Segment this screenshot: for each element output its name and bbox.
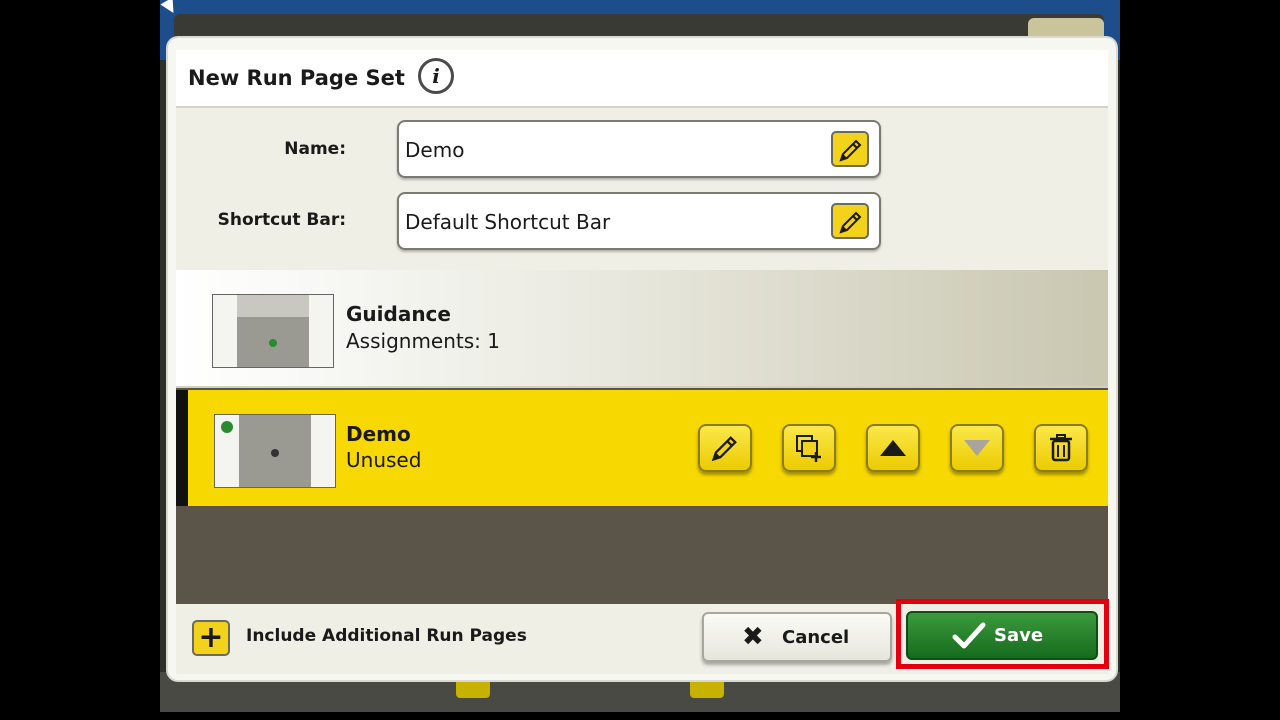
form-area: Name: Demo Shortcut Bar: Default Shortcu… <box>176 108 1108 270</box>
name-label: Name: <box>284 139 346 159</box>
shortcut-bar-field[interactable]: Default Shortcut Bar <box>397 192 881 250</box>
cancel-label: Cancel <box>782 627 850 648</box>
plus-icon: + <box>198 620 224 655</box>
background-pad <box>690 678 724 698</box>
run-page-subtitle: Assignments: 1 <box>346 329 500 353</box>
include-additional-run-pages-button[interactable]: + <box>192 620 230 656</box>
run-page-row-demo[interactable]: Demo Unused <box>176 390 1108 506</box>
run-page-thumbnail <box>214 414 336 488</box>
run-page-row-guidance[interactable]: Guidance Assignments: 1 <box>176 270 1108 388</box>
run-page-title: Demo <box>346 422 411 446</box>
delete-run-page-button[interactable] <box>1034 424 1088 472</box>
arrow-up-icon <box>880 440 906 456</box>
pencil-icon <box>711 436 737 462</box>
pencil-icon <box>839 139 862 162</box>
run-page-subtitle: Unused <box>346 448 422 472</box>
save-button[interactable]: Save <box>906 611 1098 660</box>
include-additional-run-pages-label: Include Additional Run Pages <box>246 626 527 646</box>
dialog-titlebar: New Run Page Set i <box>176 50 1108 108</box>
edit-run-page-button[interactable] <box>698 424 752 472</box>
run-page-list: Guidance Assignments: 1 Demo Unused <box>176 270 1108 604</box>
trash-icon <box>1050 434 1072 462</box>
edit-shortcut-bar-button[interactable] <box>831 203 869 239</box>
check-icon <box>952 622 986 649</box>
new-run-page-set-dialog: New Run Page Set i Name: Demo Shortcut B… <box>168 38 1116 680</box>
x-icon: ✖ <box>742 622 764 652</box>
info-icon[interactable]: i <box>418 58 454 94</box>
save-label: Save <box>994 625 1044 646</box>
move-down-button[interactable] <box>950 424 1004 472</box>
shortcut-bar-label: Shortcut Bar: <box>217 210 346 230</box>
pencil-icon <box>839 211 862 234</box>
arrow-down-icon <box>964 440 990 456</box>
copy-run-page-button[interactable] <box>782 424 836 472</box>
copy-add-icon <box>796 435 821 462</box>
name-field[interactable]: Demo <box>397 120 881 178</box>
move-up-button[interactable] <box>866 424 920 472</box>
background-pad <box>456 678 490 698</box>
cancel-button[interactable]: ✖ Cancel <box>702 612 892 662</box>
run-page-thumbnail <box>212 294 334 368</box>
edit-name-button[interactable] <box>831 131 869 167</box>
run-page-title: Guidance <box>346 302 451 326</box>
dialog-title: New Run Page Set <box>188 66 405 90</box>
shortcut-bar-value: Default Shortcut Bar <box>405 210 611 234</box>
name-value: Demo <box>405 138 465 162</box>
